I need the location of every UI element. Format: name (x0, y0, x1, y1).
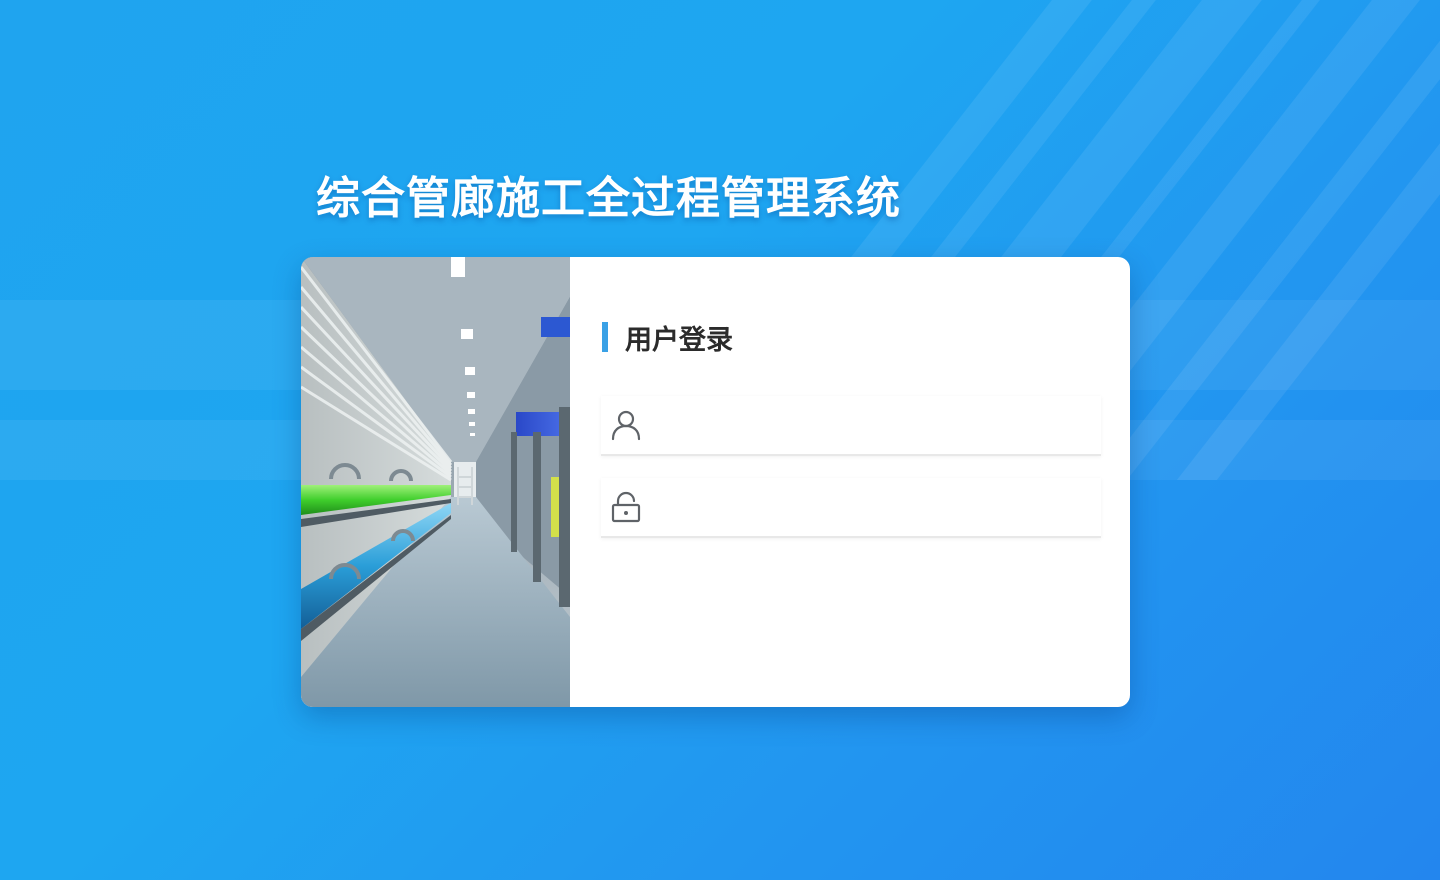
username-field[interactable] (601, 396, 1101, 456)
lock-icon (609, 490, 643, 524)
login-form-panel: 用户登录 (570, 257, 1130, 707)
login-heading-text: 用户登录 (625, 324, 733, 356)
login-heading: 用户登录 (602, 321, 733, 356)
utility-tunnel-pipes-icon (301, 257, 570, 707)
page-title: 综合管廊施工全过程管理系统 (316, 173, 901, 224)
password-field[interactable] (601, 478, 1101, 538)
user-icon (609, 408, 643, 442)
password-input[interactable] (657, 486, 1101, 528)
username-input[interactable] (657, 404, 1101, 446)
login-card: 用户登录 (301, 257, 1130, 707)
utility-tunnel-illustration (301, 257, 570, 707)
heading-accent-bar (602, 322, 608, 352)
